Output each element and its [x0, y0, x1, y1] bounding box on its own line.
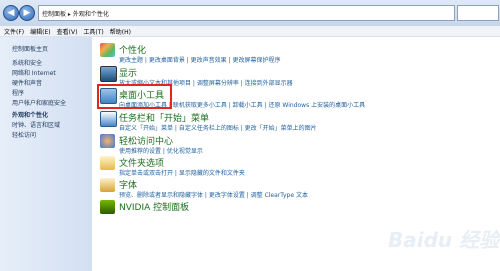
- category-links[interactable]: 指定单击或双击打开 | 显示隐藏的文件和文件夹: [119, 168, 245, 177]
- ease-of-access-icon: [100, 134, 115, 148]
- monitor-icon: [100, 66, 117, 82]
- sidebar-item-ease[interactable]: 轻松访问: [12, 130, 36, 139]
- category-links[interactable]: 使用推荐的设置 | 优化视觉显示: [119, 146, 203, 155]
- category-links[interactable]: 自定义「开始」菜单 | 自定义任务栏上的图标 | 更改「开始」菜单上的图片: [119, 123, 317, 132]
- sidebar-item-network[interactable]: 网络和 Internet: [12, 68, 56, 77]
- watermark: Baidu 经验: [388, 228, 500, 252]
- menu-bar: 文件(F) 编辑(E) 查看(V) 工具(T) 帮助(H): [0, 26, 500, 37]
- sidebar-item-hardware[interactable]: 硬件和声音: [12, 78, 42, 87]
- menu-tools[interactable]: 工具(T): [83, 27, 103, 36]
- address-path: 控制面板 ▸ 外观和个性化: [42, 10, 109, 18]
- taskbar-icon: [100, 111, 117, 127]
- fonts-icon: [100, 178, 115, 192]
- sidebar-item-accounts[interactable]: 用户帐户和家庭安全: [12, 98, 66, 107]
- highlight-box: [97, 84, 172, 109]
- folder-icon: [100, 156, 115, 170]
- menu-view[interactable]: 查看(V): [57, 27, 78, 36]
- category-title[interactable]: NVIDIA 控制面板: [119, 200, 189, 213]
- sidebar-item-home[interactable]: 控制面板主页: [12, 44, 48, 53]
- forward-button[interactable]: ▶: [19, 5, 35, 21]
- back-button[interactable]: ◀: [3, 5, 19, 21]
- sidebar-item-appearance[interactable]: 外观和个性化: [12, 110, 48, 119]
- category-links[interactable]: 更改主题 | 更改桌面背景 | 更改声音效果 | 更改屏幕保护程序: [119, 55, 281, 64]
- category-links[interactable]: 预览、删除或者显示和隐藏字体 | 更改字体设置 | 调整 ClearType 文…: [119, 190, 308, 199]
- menu-edit[interactable]: 编辑(E): [30, 27, 50, 36]
- sidebar-item-clock[interactable]: 时钟、语言和区域: [12, 120, 60, 129]
- menu-help[interactable]: 帮助(H): [110, 27, 131, 36]
- personalization-icon: [100, 43, 115, 57]
- sidebar-item-security[interactable]: 系统和安全: [12, 58, 42, 67]
- sidebar: 控制面板主页 系统和安全 网络和 Internet 硬件和声音 程序 用户帐户和…: [0, 37, 92, 271]
- address-bar: ◀ ▶ 控制面板 ▸ 外观和个性化: [0, 0, 500, 27]
- sidebar-item-programs[interactable]: 程序: [12, 88, 24, 97]
- nvidia-icon: [100, 200, 115, 214]
- search-input[interactable]: [457, 5, 499, 21]
- address-field[interactable]: 控制面板 ▸ 外观和个性化: [38, 5, 455, 21]
- menu-file[interactable]: 文件(F): [4, 27, 24, 36]
